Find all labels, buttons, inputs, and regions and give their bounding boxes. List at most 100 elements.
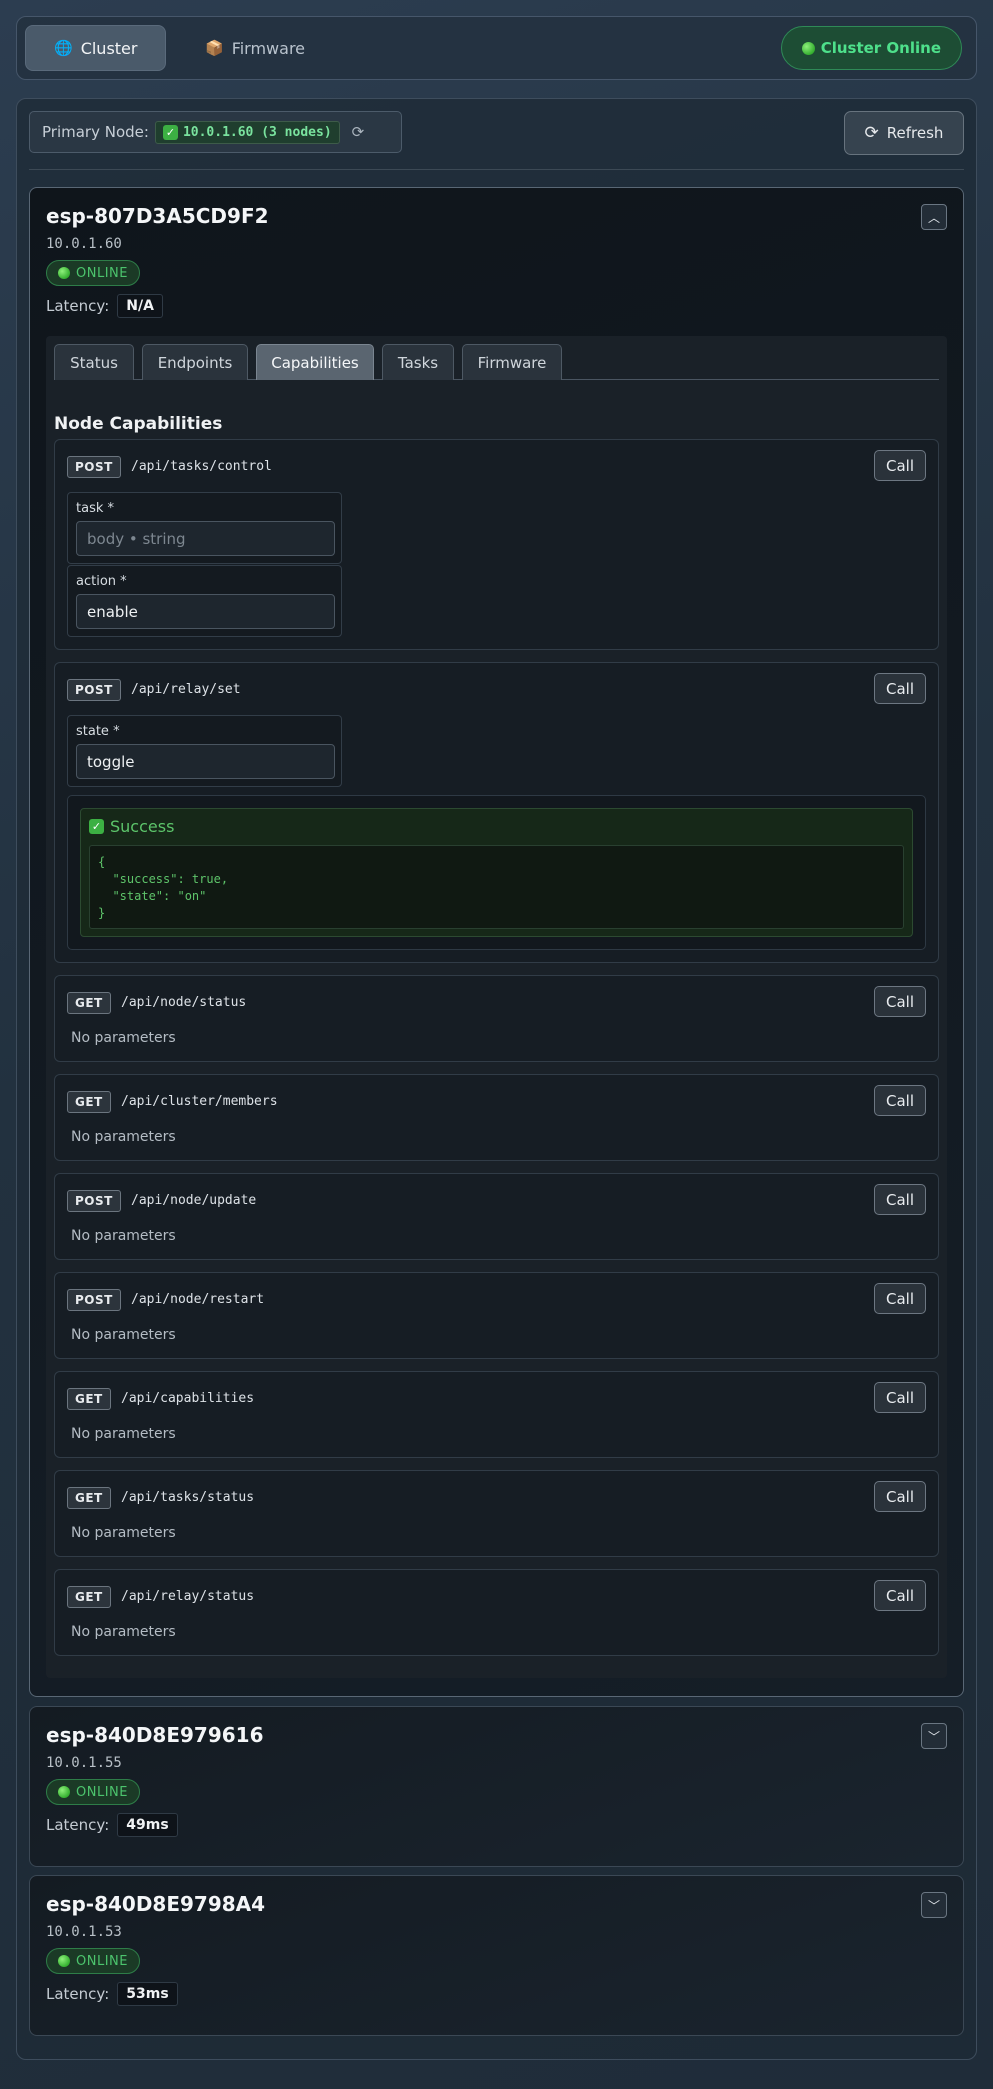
node-ip: 10.0.1.60 [46,236,122,252]
primary-node-label: Primary Node: [42,123,149,141]
collapse-button[interactable]: ︿ [921,204,947,230]
expand-button[interactable]: ﹀ [921,1723,947,1749]
node-name: esp-840D8E979616 [46,1723,264,1747]
latency: Latency: N/A [46,294,163,318]
endpoint-path: /api/relay/status [121,1589,255,1604]
param-group: state * toggle [67,715,342,787]
result-title: ✓ Success [89,817,174,836]
status-badge: ONLINE [46,260,140,286]
tab-firmware[interactable]: Firmware [462,344,562,380]
endpoint-path: /api/tasks/control [131,459,272,474]
call-button[interactable]: Call [874,986,926,1017]
expand-button[interactable]: ﹀ [921,1892,947,1918]
method-badge: POST [67,456,121,478]
endpoint-card: POST /api/relay/set Call state * toggle … [54,662,939,963]
status-text: ONLINE [76,1784,128,1800]
method-badge: GET [67,1091,111,1113]
cluster-status-badge: Cluster Online [780,26,962,70]
endpoint-path: /api/cluster/members [121,1094,278,1109]
param-group: task * body • string [67,492,342,564]
endpoint-card: GET /api/relay/status Call No parameters [54,1569,939,1656]
param-label: action * [76,574,127,589]
endpoint-card: GET /api/node/status Call No parameters [54,975,939,1062]
call-button[interactable]: Call [874,1085,926,1116]
endpoint-card: POST /api/node/restart Call No parameter… [54,1272,939,1359]
call-button[interactable]: Call [874,1184,926,1215]
endpoint-path: /api/node/update [131,1193,257,1208]
status-dot-icon [58,1786,70,1798]
check-icon: ✓ [162,124,178,140]
node-ip: 10.0.1.53 [46,1924,122,1940]
nav-tab-firmware[interactable]: 📦 Firmware [177,25,333,71]
method-badge: POST [67,1190,121,1212]
node-card: esp-840D8E9798A4 10.0.1.53 ONLINE Latenc… [29,1875,964,2036]
refresh-icon: ⟳ [864,123,879,143]
check-icon: ✓ [89,819,104,834]
endpoint-path: /api/node/restart [131,1292,265,1307]
cluster-status-text: Cluster Online [820,39,941,57]
status-badge: ONLINE [46,1779,140,1805]
method-badge: GET [67,1586,111,1608]
tab-status[interactable]: Status [54,344,134,380]
param-input-action[interactable]: enable [76,594,335,629]
tab-endpoints[interactable]: Endpoints [142,344,248,380]
chevron-down-icon: ﹀ [927,1729,940,1744]
status-text: ONLINE [76,1953,128,1969]
latency-label: Latency: [46,1816,110,1834]
call-button[interactable]: Call [874,673,926,704]
response-json: { "success": true, "state": "on" } [89,845,904,929]
tab-capabilities[interactable]: Capabilities [256,344,374,380]
node-name: esp-840D8E9798A4 [46,1892,266,1916]
node-name: esp-807D3A5CD9F2 [46,204,269,228]
param-label: task * [76,501,114,516]
tab-tasks[interactable]: Tasks [382,344,454,380]
latency-value: 53ms [117,1982,178,2006]
node-card: esp-840D8E979616 10.0.1.55 ONLINE Latenc… [29,1706,964,1867]
package-icon: 📦 [205,39,224,57]
response-panel: ✓ Success { "success": true, "state": "o… [67,795,926,950]
latency: Latency: 49ms [46,1813,178,1837]
node-ip: 10.0.1.55 [46,1755,122,1771]
result-title-text: Success [110,817,175,836]
call-button[interactable]: Call [874,1283,926,1314]
status-dot-icon [58,1955,70,1967]
no-params-text: No parameters [71,1426,176,1442]
endpoint-card: POST /api/tasks/control Call task * body… [54,439,939,650]
endpoint-card: GET /api/capabilities Call No parameters [54,1371,939,1458]
no-params-text: No parameters [71,1228,176,1244]
call-button[interactable]: Call [874,1580,926,1611]
refresh-label: Refresh [886,124,944,142]
section-title: Node Capabilities [54,414,223,434]
method-badge: POST [67,679,121,701]
primary-node-text: 10.0.1.60 (3 nodes) [182,124,332,140]
latency-label: Latency: [46,297,110,315]
primary-node-selector: Primary Node: ✓ 10.0.1.60 (3 nodes) ⟳ [29,111,402,153]
no-params-text: No parameters [71,1327,176,1343]
node-tabs: Status Endpoints Capabilities Tasks Firm… [54,344,939,380]
status-dot-icon [801,41,815,55]
refresh-button[interactable]: ⟳ Refresh [844,111,964,155]
endpoint-path: /api/relay/set [131,682,241,697]
endpoint-card: GET /api/cluster/members Call No paramet… [54,1074,939,1161]
method-badge: GET [67,1388,111,1410]
status-badge: ONLINE [46,1948,140,1974]
latency-label: Latency: [46,1985,110,2003]
param-label: state * [76,724,120,739]
method-badge: GET [67,1487,111,1509]
endpoint-path: /api/tasks/status [121,1490,255,1505]
call-button[interactable]: Call [874,450,926,481]
primary-node-value: ✓ 10.0.1.60 (3 nodes) [154,120,340,144]
refresh-primary-icon[interactable]: ⟳ [352,123,365,141]
no-params-text: No parameters [71,1624,176,1640]
cluster-panel: Primary Node: ✓ 10.0.1.60 (3 nodes) ⟳ ⟳ … [16,98,977,2060]
param-group: action * enable [67,565,342,637]
top-nav: 🌐 Cluster 📦 Firmware Cluster Online [16,16,977,80]
param-input-state[interactable]: toggle [76,744,335,779]
nav-tab-cluster[interactable]: 🌐 Cluster [25,25,167,71]
call-button[interactable]: Call [874,1382,926,1413]
endpoint-path: /api/capabilities [121,1391,255,1406]
chevron-down-icon: ﹀ [927,1898,940,1913]
call-button[interactable]: Call [874,1481,926,1512]
method-badge: GET [67,992,111,1014]
param-input-task[interactable]: body • string [76,521,335,556]
